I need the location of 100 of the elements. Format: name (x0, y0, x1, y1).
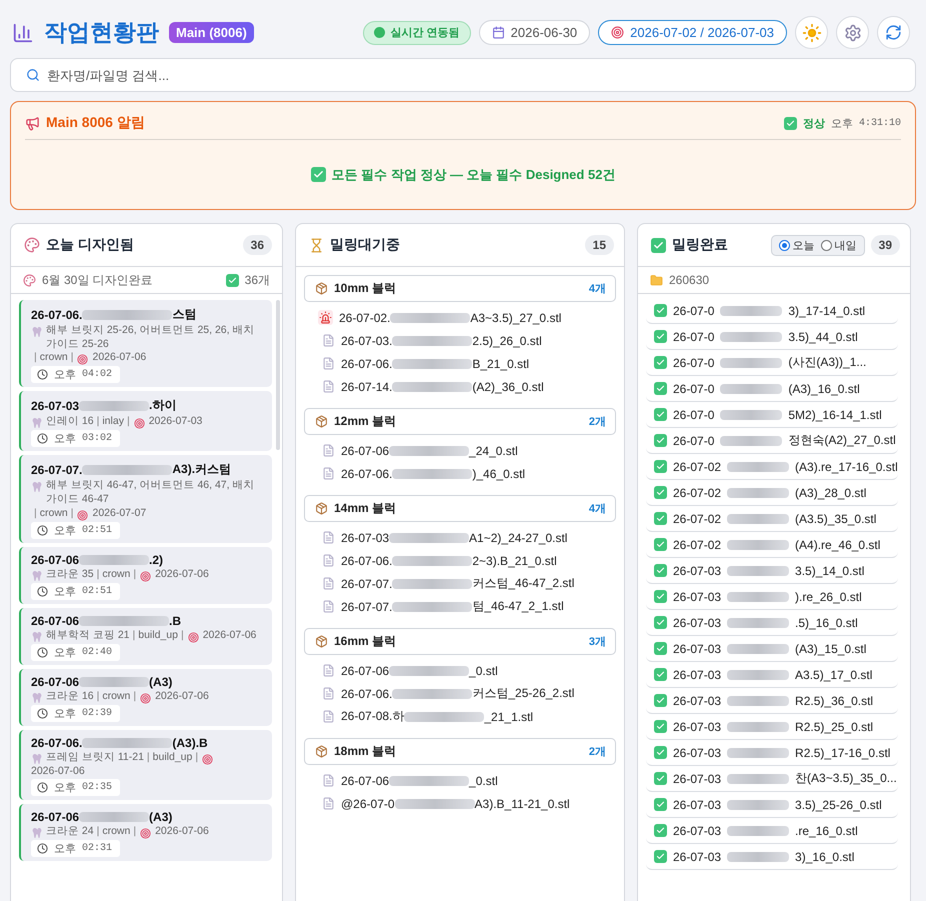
work-card[interactable]: 26-07-06 .B 해부학적 코핑 21 | build_up | 2026-07-06 오후 02:40 (19, 608, 272, 665)
target-icon (77, 354, 88, 366)
file-name-start: 26-07-03 (673, 694, 722, 708)
checkmark-icon (654, 434, 667, 447)
day-radio[interactable]: 오늘 (778, 238, 815, 252)
file-icon (322, 444, 335, 457)
target-icon (77, 510, 88, 521)
clock-icon (37, 433, 48, 444)
search-field[interactable]: 환자명/파일명 검색... (10, 58, 916, 92)
work-card[interactable]: 26-07-07. A3).커스텀 해부 브릿지 46-47, 어버트먼트 46, 47, 배치 가이드 46-47 | crown | 2026-07-07 오후 02:51 (19, 455, 272, 543)
separator: | (70, 506, 74, 520)
clock-icon (37, 782, 48, 794)
block-group-header[interactable]: 18mm 블럭 2개 (304, 738, 616, 765)
milled-file-row[interactable]: 26-07-0 정현숙(A2)_27_0.stl (646, 428, 898, 454)
theme-button[interactable] (795, 16, 828, 49)
work-type: crown (102, 690, 130, 704)
milled-file-row[interactable]: 26-07-03 R2.5)_25_0.stl (646, 714, 898, 740)
checkmark-icon (654, 304, 667, 317)
design-time: 02:31 (82, 843, 112, 854)
checkmark-icon (654, 798, 667, 811)
file-name-start: 26-07-06. (341, 686, 392, 700)
group-label: 14mm 블럭 (334, 500, 396, 517)
milled-file-row[interactable]: 26-07-03 .5)_16_0.stl (646, 610, 898, 636)
milled-file-row[interactable]: 26-07-03 3)_16_0.stl (646, 844, 898, 870)
work-card[interactable]: 26-07-06. (A3).B 프레임 브릿지 11-21 | build_up | 2026-07-06 오후 02:35 (19, 730, 272, 800)
checkmark-icon (654, 486, 667, 499)
file-name-end: .B (169, 614, 182, 628)
milled-file-row[interactable]: 26-07-0 5M2)_16-14_1.stl (646, 402, 898, 428)
column-title: 밀링완료 (672, 236, 728, 254)
scrollbar[interactable] (276, 300, 280, 450)
siren-icon (318, 310, 333, 325)
file-name-start: 26-07-06 (31, 552, 80, 567)
file-name-start: 26-07-03 (673, 850, 722, 864)
work-card[interactable]: 26-07-06 (A3) 크라운 16 | crown | 2026-07-06 오후 02:39 (19, 668, 272, 726)
file-name-end: 3)_16_0.stl (795, 850, 854, 864)
file-name-end: _0.stl (469, 774, 498, 788)
block-group-header[interactable]: 10mm 블럭 4개 (304, 275, 616, 302)
separator: | (180, 628, 184, 642)
file-name-start: @26-07-0 (341, 796, 395, 810)
file-icon (322, 774, 335, 787)
file-name-start: 26-07-03 (31, 398, 80, 413)
day-radio[interactable]: 내일 (820, 238, 857, 252)
work-card[interactable]: 26-07-06 (A3) 크라운 24 | crown | 2026-07-06 오후 02:31 (19, 804, 272, 862)
date-range-button[interactable]: 2026-07-02 / 2026-07-03 (598, 20, 787, 45)
milled-file-row[interactable]: 26-07-03 3.5)_14_0.stl (646, 558, 898, 584)
checkmark-icon (226, 274, 239, 286)
milled-file-row[interactable]: 26-07-03 A3.5)_17_0.stl (646, 662, 898, 688)
milled-file-row[interactable]: 26-07-02 (A3).re_17-16_0.stl (646, 454, 898, 480)
file-name-end: )_46_0.stl (472, 466, 526, 480)
milled-file-row[interactable]: 26-07-02 (A3.5)_35_0.stl (646, 506, 898, 532)
file-name-end: 2~3).B_21_0.stl (472, 554, 557, 568)
separator: | (133, 825, 136, 839)
checkmark-icon (654, 538, 667, 551)
milled-file-row[interactable]: 26-07-0 (A3)_16_0.stl (646, 376, 898, 402)
file-name-end: 커스텀_25-26_2.stl (472, 685, 574, 702)
checkmark-icon (654, 590, 667, 603)
server-badge: Main (8006) (169, 22, 254, 43)
file-name-start: 26-07-07. (31, 462, 82, 477)
block-group-header[interactable]: 16mm 블럭 3개 (304, 628, 616, 655)
file-name-start: 26-07-07. (341, 600, 392, 614)
milled-file-row[interactable]: 26-07-02 (A3)_28_0.stl (646, 480, 898, 506)
column-title: 밀링대기중 (330, 236, 400, 254)
milled-file-row[interactable]: 26-07-0 (사진(A3))_1... (646, 350, 898, 376)
file-name-start: 26-07-03 (673, 668, 722, 682)
milled-file-row[interactable]: 26-07-03 (A3)_15_0.stl (646, 636, 898, 662)
work-card[interactable]: 26-07-06 .2) 크라운 35 | crown | 2026-07-06 오후 02:51 (19, 546, 272, 604)
work-card[interactable]: 26-07-03 .하이 인레이 16 | inlay | 2026-07-03 오후 03:02 (19, 391, 272, 452)
milled-file-row[interactable]: 26-07-03 찬(A3~3.5)_35_0... (646, 766, 898, 792)
milled-file-row[interactable]: 26-07-03 3.5)_25-26_0.stl (646, 792, 898, 818)
work-description: 크라운 16 (46, 690, 94, 704)
work-card[interactable]: 26-07-06. 스텀 해부 브릿지 25-26, 어버트먼트 25, 26, 배치 가이드 25-26 | crown | 2026-07-06 오후 04:02 (19, 300, 272, 388)
file-name-end: A3.5)_17_0.stl (795, 668, 872, 682)
separator: | (133, 568, 136, 582)
milled-file-row[interactable]: 26-07-03 ).re_26_0.stl (646, 584, 898, 610)
block-group-header[interactable]: 12mm 블럭 2개 (304, 408, 616, 435)
file-name-end: 정현숙(A2)_27_0.stl (788, 432, 896, 449)
package-icon (315, 282, 328, 295)
milled-file-row[interactable]: 26-07-0 3.5)_44_0.stl (646, 324, 898, 350)
file-name-end: 찬(A3~3.5)_35_0... (795, 770, 897, 787)
design-time: 02:40 (82, 646, 112, 658)
live-status: 실시간 연동됨 (362, 20, 471, 44)
block-group-header[interactable]: 14mm 블럭 4개 (304, 495, 616, 522)
clock-icon (37, 524, 48, 536)
tooth-icon (32, 828, 42, 838)
tooth-icon (32, 754, 42, 764)
file-name-end: 3)_17-14_0.stl (788, 304, 866, 318)
blurred-text (727, 592, 790, 602)
time-period: 오후 (54, 584, 76, 599)
design-time: 02:51 (82, 524, 112, 536)
refresh-button[interactable] (877, 16, 910, 49)
settings-button[interactable] (836, 16, 869, 49)
milled-file-row[interactable]: 26-07-0 3)_17-14_0.stl (646, 298, 898, 324)
milled-file-row[interactable]: 26-07-03 R2.5)_36_0.stl (646, 688, 898, 714)
bar-chart-icon (12, 22, 34, 44)
date-button[interactable]: 2026-06-30 (478, 20, 590, 45)
milled-file-row[interactable]: 26-07-03 R2.5)_17-16_0.stl (646, 740, 898, 766)
file-icon (322, 710, 335, 723)
milled-file-row[interactable]: 26-07-03 .re_16_0.stl (646, 818, 898, 844)
milled-file-row[interactable]: 26-07-02 (A4).re_46_0.stl (646, 532, 898, 558)
time-period: 오후 (54, 842, 76, 856)
